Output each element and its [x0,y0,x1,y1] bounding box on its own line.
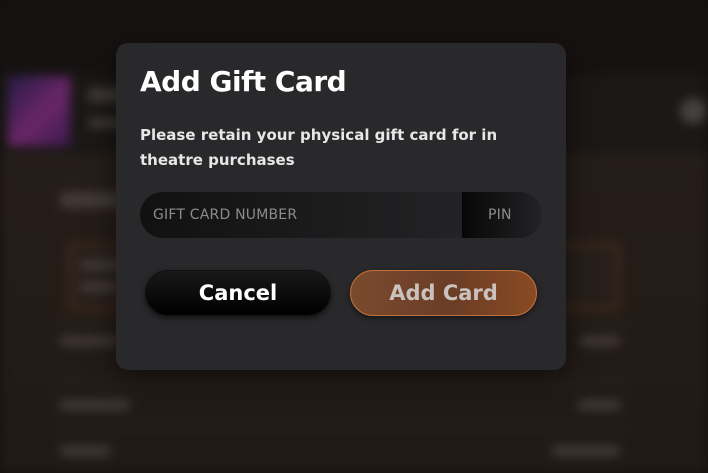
gift-card-number-input[interactable] [140,192,462,238]
cancel-button[interactable]: Cancel [145,270,331,316]
dialog-message: Please retain your physical gift card fo… [140,126,498,169]
add-card-button[interactable]: Add Card [350,270,537,316]
gift-card-input-group [140,192,542,238]
pin-input[interactable] [462,192,542,238]
add-gift-card-dialog: Add Gift Card Please retain your physica… [116,43,566,370]
dialog-title: Add Gift Card [140,65,347,98]
